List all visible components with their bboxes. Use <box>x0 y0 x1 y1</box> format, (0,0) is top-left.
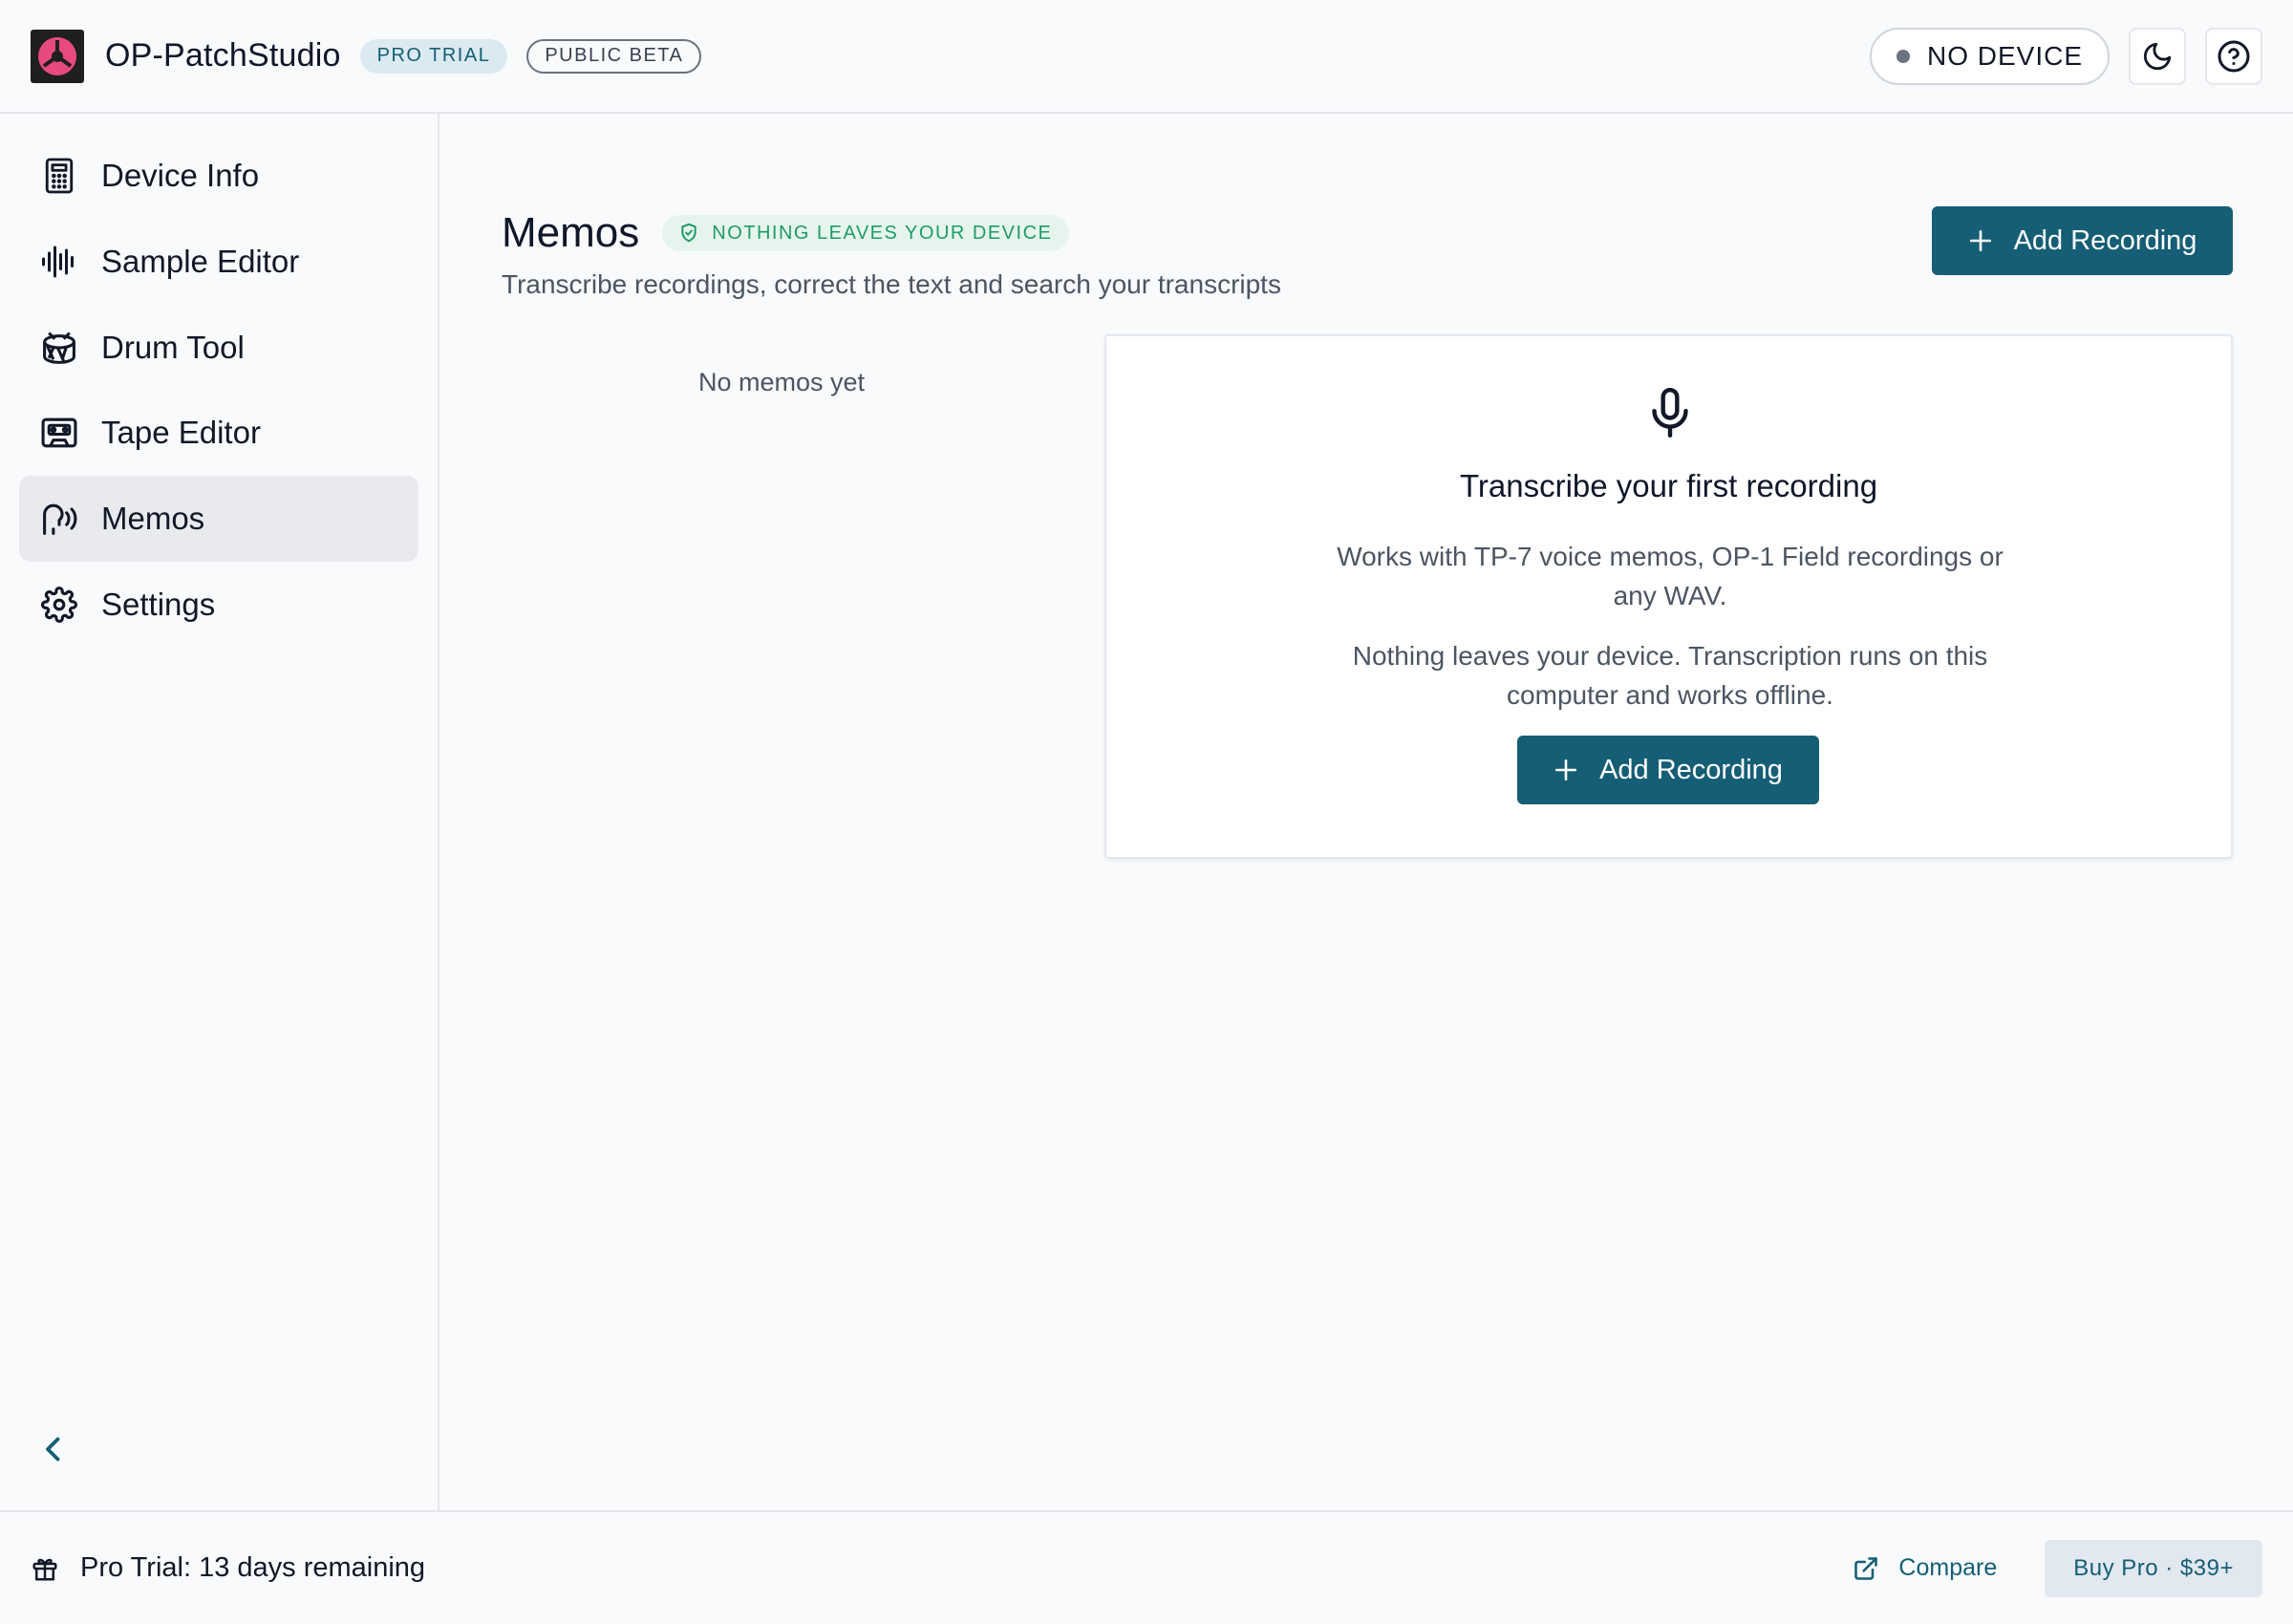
help-circle-icon <box>2218 40 2250 72</box>
app-header: OP-PatchStudio PRO TRIAL PUBLIC BETA NO … <box>0 0 2293 114</box>
add-recording-button[interactable]: Add Recording <box>1932 206 2233 275</box>
page-title: Memos <box>502 209 640 256</box>
device-status-label: NO DEVICE <box>1926 40 2083 71</box>
plus-icon <box>1969 229 1991 252</box>
sidebar-item-settings[interactable]: Settings <box>19 562 418 648</box>
sidebar-item-memos[interactable]: Memos <box>19 476 418 562</box>
compare-link[interactable]: Compare <box>1853 1554 1997 1582</box>
sidebar-item-label: Memos <box>101 501 205 536</box>
gift-icon <box>32 1558 57 1580</box>
sidebar-item-tape-editor[interactable]: Tape Editor <box>19 390 418 476</box>
add-recording-label: Add Recording <box>1599 754 1783 785</box>
privacy-badge-label: NOTHING LEAVES YOUR DEVICE <box>712 222 1053 244</box>
gear-icon <box>40 586 78 624</box>
app-title: OP-PatchStudio <box>105 37 341 74</box>
buy-pro-button[interactable]: Buy Pro · $39+ <box>2045 1539 2262 1597</box>
compare-label: Compare <box>1898 1554 1998 1581</box>
device-info-icon <box>40 157 78 195</box>
sidebar-item-label: Tape Editor <box>101 415 261 450</box>
sidebar-item-drum-tool[interactable]: Drum Tool <box>19 305 418 391</box>
drum-icon <box>40 329 78 367</box>
cassette-tape-icon <box>40 414 78 452</box>
empty-state-card: Transcribe your first recording Works wi… <box>1104 334 2233 859</box>
main-content: Memos NOTHING LEAVES YOUR DEVICE Transcr… <box>440 114 2293 1510</box>
sidebar-item-label: Sample Editor <box>101 244 300 279</box>
shield-check-icon <box>681 223 696 243</box>
device-status-dot <box>1896 49 1910 63</box>
microphone-icon <box>1649 386 1691 439</box>
sidebar-item-device-info[interactable]: Device Info <box>19 133 418 219</box>
external-link-icon <box>1854 1556 1878 1580</box>
sidebar-item-label: Drum Tool <box>101 330 245 365</box>
add-recording-card-button[interactable]: Add Recording <box>1517 736 1819 804</box>
waveform-icon <box>40 243 78 281</box>
empty-memo-list-text: No memos yet <box>698 368 866 396</box>
trial-status-text: Pro Trial: 13 days remaining <box>80 1552 426 1583</box>
buy-pro-label: Buy Pro · $39+ <box>2073 1554 2234 1581</box>
app-footer: Pro Trial: 13 days remaining Compare Buy… <box>0 1510 2293 1624</box>
app-logo <box>31 29 84 83</box>
sidebar: Device Info Sample Editor Drum Tool Tape… <box>0 114 439 1510</box>
empty-state-privacy-text: Nothing leaves your device. Transcriptio… <box>1352 641 1988 710</box>
page-subtitle: Transcribe recordings, correct the text … <box>502 269 1281 299</box>
sidebar-item-label: Settings <box>101 587 216 622</box>
speaking-head-icon <box>40 500 78 538</box>
plus-icon <box>1555 759 1577 781</box>
sidebar-item-sample-editor[interactable]: Sample Editor <box>19 219 418 305</box>
logo-icon <box>38 36 76 75</box>
add-recording-label: Add Recording <box>2013 224 2197 256</box>
device-status-button[interactable]: NO DEVICE <box>1869 27 2110 85</box>
public-beta-badge: PUBLIC BETA <box>526 38 702 74</box>
sidebar-collapse-button[interactable] <box>36 1432 71 1466</box>
help-button[interactable] <box>2205 27 2262 85</box>
pro-trial-badge: PRO TRIAL <box>359 38 508 74</box>
moon-icon <box>2143 42 2172 70</box>
sidebar-item-label: Device Info <box>101 158 260 193</box>
chevron-left-icon <box>46 1437 60 1462</box>
privacy-badge: NOTHING LEAVES YOUR DEVICE <box>662 215 1070 251</box>
empty-state-compatibility-text: Works with TP-7 voice memos, OP-1 Field … <box>1337 542 2004 610</box>
theme-toggle-button[interactable] <box>2129 27 2186 85</box>
empty-state-title: Transcribe your first recording <box>1459 468 1878 503</box>
